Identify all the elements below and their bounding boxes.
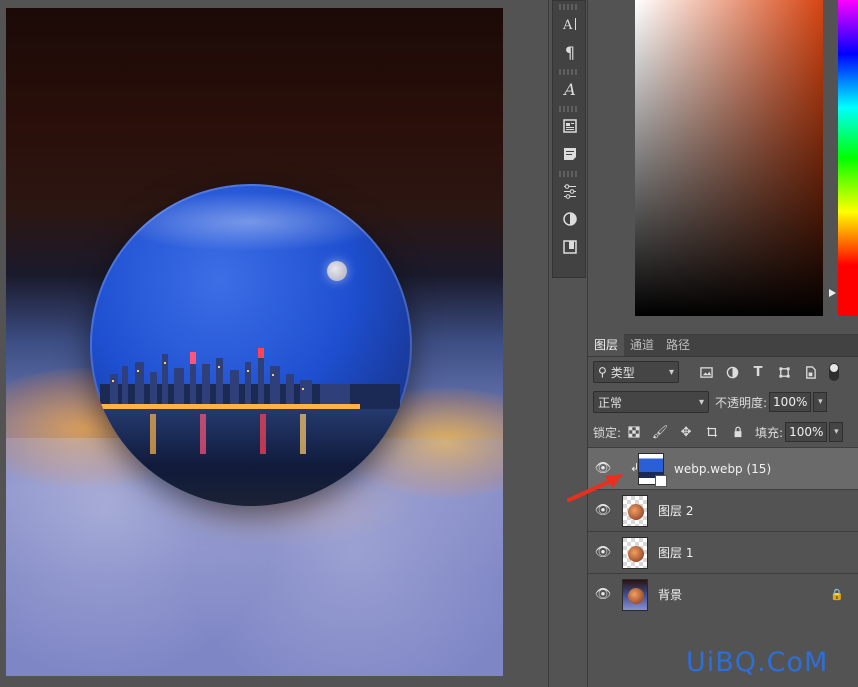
visibility-eye-icon[interactable]: 👁 bbox=[588, 587, 618, 602]
lock-position-icon[interactable]: ✥ bbox=[677, 423, 695, 441]
layer-thumbnail bbox=[622, 536, 648, 569]
visibility-eye-icon[interactable]: 👁 bbox=[588, 545, 618, 560]
paragraph-panel-icon[interactable]: ¶ bbox=[553, 38, 587, 66]
blend-mode-select[interactable]: 正常 ▾ bbox=[593, 391, 709, 413]
thumbnail-ball bbox=[628, 503, 644, 520]
libraries-icon[interactable] bbox=[553, 233, 587, 261]
tab-paths[interactable]: 路径 bbox=[660, 333, 696, 356]
layer-name[interactable]: 背景 bbox=[658, 586, 682, 603]
smart-object-filter-icon[interactable] bbox=[801, 363, 819, 381]
layer-name[interactable]: 图层 1 bbox=[658, 544, 693, 561]
filter-row: ⚲ 类型 ▾ T bbox=[588, 357, 858, 387]
filter-label: 类型 bbox=[610, 365, 635, 380]
image-filter-icon[interactable] bbox=[697, 363, 715, 381]
layers-panel-tabs: 图层 通道 路径 bbox=[588, 333, 858, 357]
character-panel-icon[interactable]: A bbox=[553, 10, 587, 38]
layer-name[interactable]: webp.webp (15) bbox=[674, 462, 771, 476]
type-filter-icon[interactable]: T bbox=[749, 363, 767, 381]
right-panels: 图层 通道 路径 ⚲ 类型 ▾ T 正常 ▾ 不透明度: 100% ▾ 锁定: … bbox=[588, 0, 858, 687]
glyphs-icon[interactable]: A bbox=[553, 75, 587, 103]
layers-panel: 图层 通道 路径 ⚲ 类型 ▾ T 正常 ▾ 不透明度: 100% ▾ 锁定: … bbox=[588, 333, 858, 687]
fill-dropdown-button[interactable]: ▾ bbox=[829, 422, 844, 442]
adjustments-icon[interactable] bbox=[553, 177, 587, 205]
river-water bbox=[90, 409, 412, 506]
adjustment-half-icon[interactable] bbox=[553, 205, 587, 233]
light-reflection bbox=[260, 414, 266, 454]
canvas-area[interactable] bbox=[0, 0, 548, 687]
thumbnail-ball bbox=[628, 545, 644, 562]
thumbnail-ball bbox=[628, 587, 644, 604]
crystal-ball-image bbox=[90, 184, 412, 506]
lock-row: 锁定: 🖌 ✥ 填充: 100% ▾ bbox=[588, 417, 858, 447]
blend-mode-value: 正常 bbox=[598, 395, 623, 410]
hue-slider[interactable] bbox=[838, 0, 858, 316]
fill-label: 填充: bbox=[755, 425, 784, 440]
layer-name[interactable]: 图层 2 bbox=[658, 502, 693, 519]
blend-row: 正常 ▾ 不透明度: 100% ▾ bbox=[588, 387, 858, 417]
layer-thumbnail bbox=[622, 578, 648, 611]
dock-grip[interactable] bbox=[559, 69, 579, 75]
layer-filter-select[interactable]: ⚲ 类型 ▾ bbox=[593, 361, 679, 383]
light-reflection bbox=[300, 414, 306, 454]
shape-filter-icon[interactable] bbox=[775, 363, 793, 381]
dock-grip[interactable] bbox=[559, 106, 579, 112]
red-annotation-arrow bbox=[567, 474, 623, 502]
visibility-eye-icon[interactable]: 👁 bbox=[588, 503, 618, 518]
chevron-down-icon: ▾ bbox=[698, 396, 704, 408]
lock-all-icon[interactable] bbox=[729, 423, 747, 441]
light-reflection bbox=[200, 414, 206, 454]
search-icon: ⚲ bbox=[598, 365, 607, 379]
tab-channels[interactable]: 通道 bbox=[624, 333, 660, 356]
chevron-down-icon: ▾ bbox=[668, 366, 674, 378]
layer-thumbnail bbox=[638, 452, 667, 487]
adjustment-filter-icon[interactable] bbox=[723, 363, 741, 381]
lock-icon[interactable]: 🔒 bbox=[830, 588, 844, 601]
opacity-input[interactable]: 100% bbox=[769, 392, 812, 412]
opacity-label: 不透明度: bbox=[715, 395, 768, 410]
color-picker-field[interactable] bbox=[635, 0, 823, 316]
fill-input[interactable]: 100% bbox=[785, 422, 828, 442]
dock-grip[interactable] bbox=[559, 171, 579, 177]
filter-toggle-switch[interactable] bbox=[829, 363, 839, 381]
layer-row-layer1[interactable]: 👁 图层 1 bbox=[588, 531, 858, 573]
layer-row-webp[interactable]: 👁 ↲ webp.webp (15) bbox=[588, 447, 858, 489]
opacity-dropdown-button[interactable]: ▾ bbox=[813, 392, 828, 412]
smart-object-badge-icon bbox=[655, 474, 667, 487]
lock-label: 锁定: bbox=[593, 425, 622, 440]
panel-icon-dock: A ¶ A bbox=[552, 0, 586, 278]
character-styles-icon[interactable] bbox=[553, 140, 587, 168]
moon bbox=[327, 261, 347, 281]
lock-transparent-pixels-icon[interactable] bbox=[625, 423, 643, 441]
lock-image-pixels-icon[interactable]: 🖌 bbox=[651, 423, 669, 441]
hue-slider-marker[interactable] bbox=[829, 289, 836, 297]
tab-layers[interactable]: 图层 bbox=[588, 333, 625, 356]
light-reflection bbox=[150, 414, 156, 454]
dock-grip[interactable] bbox=[559, 4, 579, 10]
document-canvas[interactable] bbox=[6, 8, 503, 676]
sphere-highlight bbox=[110, 192, 390, 252]
layer-row-layer2[interactable]: 👁 图层 2 bbox=[588, 489, 858, 531]
paragraph-styles-icon[interactable] bbox=[553, 112, 587, 140]
city-skyline bbox=[100, 348, 400, 414]
svg-text:A: A bbox=[562, 18, 573, 32]
watermark-text: UiBQ.CoM bbox=[686, 647, 829, 678]
layer-row-background[interactable]: 👁 背景 🔒 bbox=[588, 573, 858, 615]
lock-artboard-icon[interactable] bbox=[703, 423, 721, 441]
